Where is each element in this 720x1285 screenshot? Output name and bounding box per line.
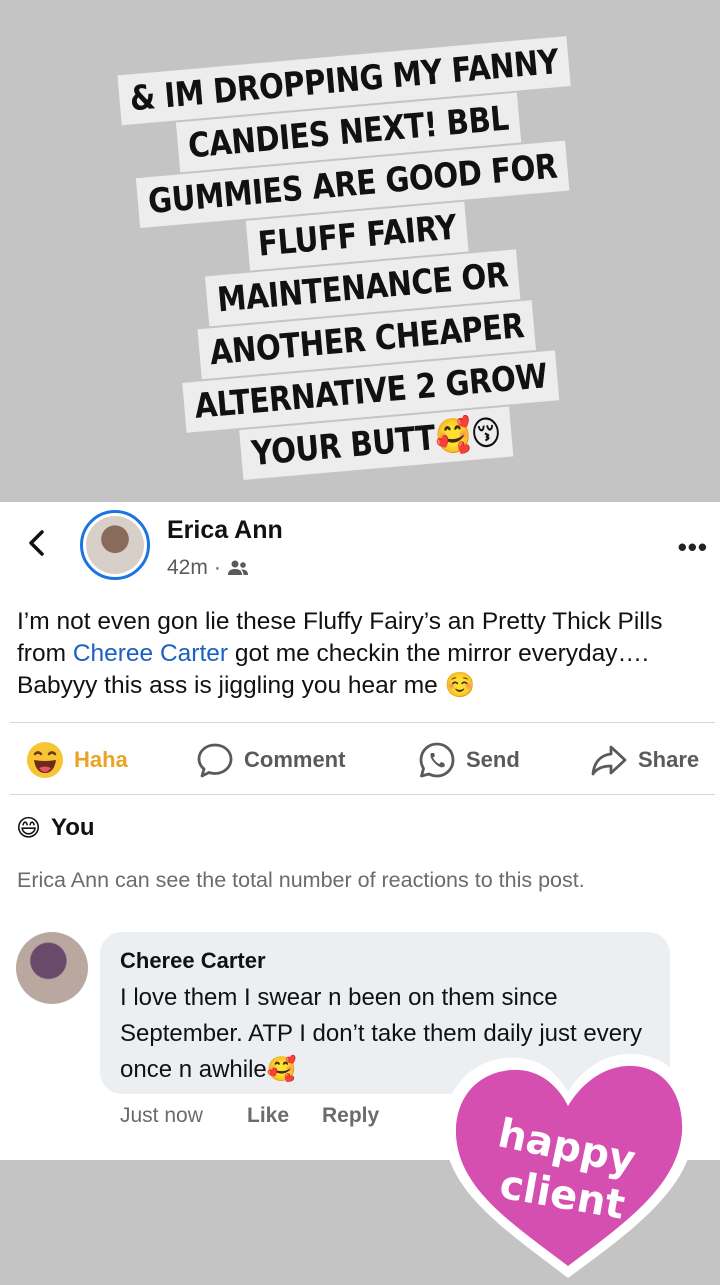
post-meta: 42m · xyxy=(167,556,249,580)
commenter-name[interactable]: Cheree Carter xyxy=(120,948,266,974)
post-body: I’m not even gon lie these Fluffy Fairy’… xyxy=(17,606,707,702)
commenter-avatar[interactable] xyxy=(16,932,88,1004)
mention-link[interactable]: Cheree Carter xyxy=(73,640,228,667)
meta-separator: · xyxy=(213,556,221,579)
comment-label: Comment xyxy=(244,747,346,772)
reaction-visibility-notice: Erica Ann can see the total number of re… xyxy=(17,868,585,892)
divider xyxy=(10,794,715,795)
haha-button[interactable]: Haha xyxy=(26,738,128,782)
send-button[interactable]: Send xyxy=(418,738,520,782)
story-caption: & IM DROPPING MY FANNY CANDIES NEXT! BBL… xyxy=(0,24,720,501)
comment-timestamp: Just now xyxy=(120,1104,203,1127)
share-arrow-icon xyxy=(591,745,627,776)
post-author-name[interactable]: Erica Ann xyxy=(167,516,283,545)
comment-icon xyxy=(197,743,233,778)
haha-label: Haha xyxy=(74,747,128,772)
reactor-name: You xyxy=(51,814,95,841)
share-label: Share xyxy=(638,747,700,772)
comment-like-button[interactable]: Like xyxy=(247,1104,289,1128)
happy-client-heart-sticker: happy client xyxy=(443,1053,695,1278)
author-avatar-image xyxy=(86,516,144,574)
haha-reaction-icon xyxy=(27,742,63,778)
reaction-row[interactable]: 😄 You xyxy=(16,814,95,842)
comment-reply-button[interactable]: Reply xyxy=(322,1104,379,1128)
more-options-icon[interactable]: ••• xyxy=(678,532,708,563)
share-button[interactable]: Share xyxy=(590,738,699,782)
action-bar: Haha Comment Send Share xyxy=(0,738,720,782)
whatsapp-send-icon xyxy=(419,742,455,778)
haha-small-icon: 😄 xyxy=(16,814,42,842)
friends-audience-icon xyxy=(227,560,248,575)
author-avatar[interactable] xyxy=(80,510,150,580)
back-arrow-icon[interactable] xyxy=(22,528,52,558)
comment-button[interactable]: Comment xyxy=(196,738,345,782)
send-label: Send xyxy=(466,747,520,772)
post-time: 42m xyxy=(167,556,208,579)
divider xyxy=(10,722,715,723)
